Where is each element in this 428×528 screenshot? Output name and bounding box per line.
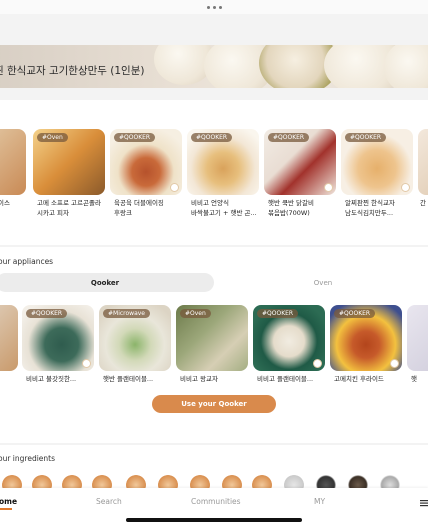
recipe-carousel-section: #Oven #QOOKER #QOOKER #QOOKER #QOOKER 이스… xyxy=(0,100,428,245)
hero-banner[interactable]: 찐 한식교자 고기한상만두 (1인분) xyxy=(0,45,428,88)
section-title: our ingredients xyxy=(0,454,56,463)
appliance-recipe-thumb[interactable]: #QOOKER xyxy=(22,305,94,371)
recipe-tag: #QOOKER xyxy=(26,309,68,318)
appliance-caption: 비비고 왕교자 xyxy=(180,375,218,383)
use-qooker-button[interactable]: Use your Qooker xyxy=(152,395,276,413)
recipe-thumb[interactable]: #QOOKER xyxy=(110,129,182,195)
recipe-tag: #QOOKER xyxy=(191,133,233,142)
tab-my[interactable]: MY xyxy=(314,497,325,506)
tab-communities[interactable]: Communities xyxy=(191,497,241,506)
appliance-recipe-thumb[interactable] xyxy=(0,305,18,371)
recipe-caption: 간 xyxy=(420,199,426,207)
qooker-badge-icon xyxy=(82,359,91,368)
tab-home[interactable]: ome xyxy=(0,497,17,506)
recipe-caption: 알찌판찐 한식교자 남도식김치만두... xyxy=(345,199,395,217)
recipe-tag: #Oven xyxy=(180,309,211,318)
recipe-caption: 햇반 쿡반 닭갈비 볶음밥(700W) xyxy=(268,199,314,217)
recipe-tag: #QOOKER xyxy=(257,309,299,318)
menu-icon[interactable] xyxy=(420,498,428,508)
home-indicator xyxy=(126,518,302,522)
tab-search[interactable]: Search xyxy=(96,497,122,506)
bottom-tab-bar: ome Search Communities MY xyxy=(0,488,428,528)
qooker-badge-icon xyxy=(401,183,410,192)
hero-title: 찐 한식교자 고기한상만두 (1인분) xyxy=(0,65,145,77)
recipe-tag: #QOOKER xyxy=(334,309,376,318)
recipe-tag: #Microwave xyxy=(103,309,151,318)
recipe-thumb[interactable]: #QOOKER xyxy=(187,129,259,195)
appliance-recipe-thumb[interactable]: #Microwave xyxy=(99,305,171,371)
qooker-badge-icon xyxy=(313,359,322,368)
recipe-caption: 이스 xyxy=(0,199,10,207)
appliance-caption: 비비고 플랜테이블... xyxy=(257,375,314,383)
appliance-caption: 햇 xyxy=(411,375,417,383)
appliance-recipe-thumb[interactable]: #QOOKER xyxy=(253,305,325,371)
appliance-recipe-thumb[interactable] xyxy=(407,305,428,371)
recipe-thumb[interactable] xyxy=(0,129,26,195)
tab-qooker[interactable]: Qooker xyxy=(0,273,214,292)
qooker-badge-icon xyxy=(324,183,333,192)
recipe-tag: #QOOKER xyxy=(345,133,387,142)
dumpling-image xyxy=(384,45,428,88)
recipe-caption: 고메 소프로 고르곤졸라 시카고 피자 xyxy=(37,199,101,217)
active-tab-indicator xyxy=(0,508,12,510)
appliance-caption: 고메치킨 후라이드 xyxy=(334,375,384,383)
qooker-badge-icon xyxy=(170,183,179,192)
recipe-thumb[interactable]: #QOOKER xyxy=(341,129,413,195)
qooker-badge-icon xyxy=(390,359,399,368)
recipe-tag: #QOOKER xyxy=(268,133,310,142)
recipe-tag: #QOOKER xyxy=(114,133,156,142)
multitasking-handle[interactable] xyxy=(0,0,428,14)
recipe-thumb[interactable] xyxy=(418,129,428,195)
appliance-recipe-thumb[interactable]: #Oven xyxy=(176,305,248,371)
appliance-segmented-control: Qooker Oven xyxy=(0,273,428,292)
section-title: our appliances xyxy=(0,257,54,266)
recipe-thumb[interactable]: #QOOKER xyxy=(264,129,336,195)
appliance-caption: 비비고 불갓짓한... xyxy=(26,375,77,383)
tab-oven[interactable]: Oven xyxy=(214,273,428,292)
app-screen: 찐 한식교자 고기한상만두 (1인분) #Oven #QOOKER #QOOKE… xyxy=(0,0,428,528)
recipe-thumb[interactable]: #Oven xyxy=(33,129,105,195)
recipe-tag: #Oven xyxy=(37,133,68,142)
appliance-caption: 햇반 플랜테이블... xyxy=(103,375,154,383)
appliance-recipe-thumb[interactable]: #QOOKER xyxy=(330,305,402,371)
recipe-caption: 육공육 더블에이징 후랑크 xyxy=(114,199,164,217)
recipe-caption: 비비고 언양식 바싹불고기 + 햇반 곤... xyxy=(191,199,257,217)
